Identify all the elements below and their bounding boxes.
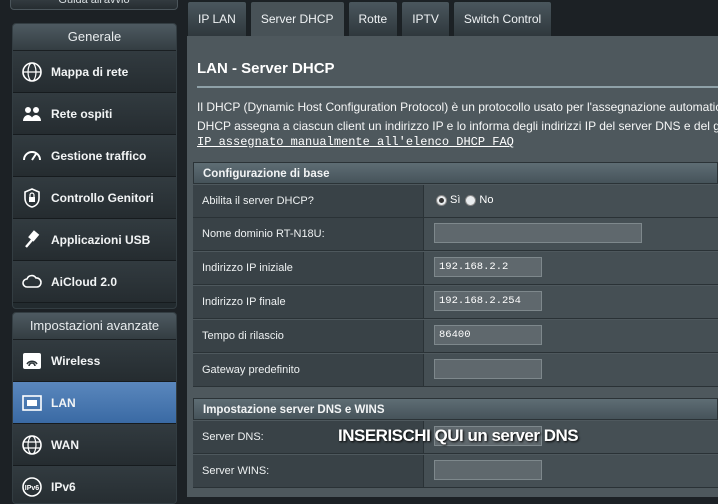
sidebar-item-lan[interactable]: LAN: [13, 382, 176, 424]
overlay-caption: INSERISCHI QUI un server DNS: [338, 426, 579, 445]
page-description: Il DHCP (Dynamic Host Configuration Prot…: [197, 98, 718, 136]
sidebar-advanced: Impostazioni avanzate Wireless LAN WAN I…: [12, 312, 177, 504]
start-ip-row: Indirizzo IP iniziale 192.168.2.2: [193, 252, 718, 285]
sidebar-item-aicloud[interactable]: AiCloud 2.0: [13, 261, 176, 303]
title-divider: [197, 86, 718, 88]
network-map-icon: [21, 61, 43, 83]
wan-icon: [21, 434, 43, 456]
sidebar-item-wireless[interactable]: Wireless: [13, 340, 176, 382]
sidebar-item-label: Wireless: [51, 353, 101, 368]
sidebar-item-label: LAN: [51, 395, 76, 410]
sidebar-item-label: WAN: [51, 437, 79, 452]
sidebar-general-header: Generale: [13, 24, 176, 51]
sidebar-general: Generale Mappa di rete Rete ospiti Gesti…: [12, 23, 177, 309]
guest-network-icon: [21, 103, 43, 125]
tab-routes[interactable]: Rotte: [347, 1, 399, 36]
end-ip-label: Indirizzo IP finale: [193, 286, 424, 318]
lease-time-row: Tempo di rilascio 86400: [193, 320, 718, 353]
sidebar-advanced-header: Impostazioni avanzate: [13, 313, 176, 340]
sidebar-item-guest-network[interactable]: Rete ospiti: [13, 93, 176, 135]
domain-name-label: Nome dominio RT-N18U:: [193, 218, 424, 250]
usb-application-icon: [21, 229, 43, 251]
domain-name-input[interactable]: [434, 223, 642, 243]
enable-dhcp-row: Abilita il server DHCP? Sì No: [193, 185, 718, 218]
radio-yes-label: Sì: [450, 194, 461, 206]
wins-server-input[interactable]: [434, 460, 542, 480]
wins-server-row: Server WINS:: [193, 455, 718, 488]
wireless-icon: [21, 350, 43, 372]
tab-dhcp-server[interactable]: Server DHCP: [249, 1, 345, 36]
end-ip-row: Indirizzo IP finale 192.168.2.254: [193, 286, 718, 319]
sidebar-item-traffic-manager[interactable]: Gestione traffico: [13, 135, 176, 177]
enable-dhcp-label: Abilita il server DHCP?: [193, 185, 424, 217]
sidebar-item-parental-control[interactable]: Controllo Genitori: [13, 177, 176, 219]
lease-time-label: Tempo di rilascio: [193, 320, 424, 352]
sidebar-item-label: IPv6: [51, 479, 76, 494]
end-ip-input[interactable]: 192.168.2.254: [434, 291, 542, 311]
faq-link[interactable]: IP assegnato manualmente all'elenco DHCP…: [197, 135, 514, 149]
aicloud-icon: [21, 271, 43, 293]
sidebar-item-label: Rete ospiti: [51, 106, 113, 121]
lease-time-input[interactable]: 86400: [434, 325, 542, 345]
sidebar-item-label: Controllo Genitori: [51, 190, 154, 205]
start-ip-label: Indirizzo IP iniziale: [193, 252, 424, 284]
sidebar-item-label: Mappa di rete: [51, 64, 129, 79]
lan-icon: [21, 392, 43, 414]
domain-name-row: Nome dominio RT-N18U:: [193, 218, 718, 251]
sidebar-item-network-map[interactable]: Mappa di rete: [13, 51, 176, 93]
description-line: DHCP assegna a ciascun client un indiriz…: [197, 119, 718, 133]
sidebar-item-ipv6[interactable]: IPv6 IPv6: [13, 466, 176, 503]
tab-bar: IP LAN Server DHCP Rotte IPTV Switch Con…: [187, 0, 555, 36]
traffic-manager-icon: [21, 145, 43, 167]
basic-config-header: Configurazione di base: [193, 162, 718, 184]
svg-text:IPv6: IPv6: [25, 485, 40, 492]
sidebar-item-usb-application[interactable]: Applicazioni USB: [13, 219, 176, 261]
sidebar-item-label: Gestione traffico: [51, 148, 147, 163]
default-gateway-input[interactable]: [434, 359, 542, 379]
sidebar-item-wan[interactable]: WAN: [13, 424, 176, 466]
enable-dhcp-yes-radio[interactable]: [436, 194, 447, 206]
description-line: Il DHCP (Dynamic Host Configuration Prot…: [197, 100, 718, 114]
tab-ip-lan[interactable]: IP LAN: [187, 1, 247, 36]
start-ip-input[interactable]: 192.168.2.2: [434, 257, 542, 277]
page-title: LAN - Server DHCP: [197, 60, 335, 77]
sidebar-item-label: AiCloud 2.0: [51, 274, 118, 289]
parental-control-icon: [21, 187, 43, 209]
default-gateway-row: Gateway predefinito: [193, 354, 718, 387]
tab-switch-control[interactable]: Switch Control: [452, 1, 553, 36]
enable-dhcp-no-radio[interactable]: [465, 194, 477, 206]
sidebar-item-label: Applicazioni USB: [51, 232, 151, 247]
quick-setup-stub[interactable]: Guida all'avvio: [10, 0, 178, 10]
wins-server-label: Server WINS:: [193, 455, 424, 487]
radio-no-label: No: [479, 194, 494, 206]
default-gateway-label: Gateway predefinito: [193, 354, 424, 386]
tab-iptv[interactable]: IPTV: [401, 1, 450, 36]
dns-wins-header: Impostazione server DNS e WINS: [193, 398, 718, 420]
ipv6-icon: IPv6: [21, 476, 43, 498]
